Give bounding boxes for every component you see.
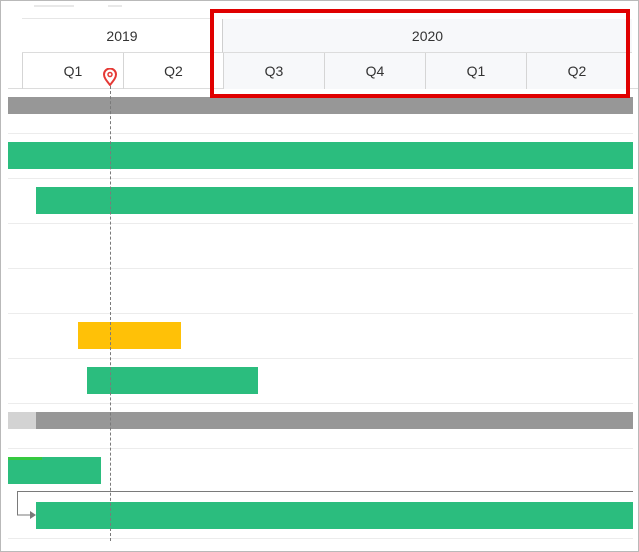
summary-bar[interactable] [8, 97, 633, 114]
summary-bar-start[interactable] [8, 412, 36, 429]
summary-bar[interactable] [36, 412, 633, 429]
quarter-cell: Q1 [425, 53, 526, 89]
task-bar[interactable] [87, 367, 258, 394]
progress-indicator [8, 457, 42, 460]
header-strip-segment [108, 5, 122, 7]
today-line [110, 81, 111, 541]
gantt-chart: 2019 2020 Q1 Q2 Q3 Q4 Q1 Q2 [0, 0, 639, 552]
row-divider [8, 358, 633, 359]
quarter-cell: Q3 [223, 53, 324, 89]
year-cell-2020: 2020 [222, 19, 632, 53]
row-divider [8, 313, 633, 314]
row-divider [8, 223, 633, 224]
row-divider [8, 178, 633, 179]
header-strip-segment [34, 5, 74, 7]
quarter-cell: Q2 [123, 53, 223, 89]
task-bar[interactable] [8, 457, 101, 484]
quarter-cell: Q2 [526, 53, 628, 89]
quarter-cell: Q4 [324, 53, 425, 89]
row-divider [8, 133, 633, 134]
arrow-right-icon [30, 511, 36, 519]
task-bar[interactable] [8, 142, 633, 169]
row-divider [8, 403, 633, 404]
map-pin-icon[interactable] [103, 68, 117, 86]
year-cell-2019: 2019 [22, 19, 222, 53]
row-divider [8, 538, 633, 539]
row-divider [8, 268, 633, 269]
task-bar-warning[interactable] [78, 322, 181, 349]
row-divider [8, 448, 633, 449]
task-bar[interactable] [36, 187, 633, 214]
header-top-strip [22, 1, 212, 19]
